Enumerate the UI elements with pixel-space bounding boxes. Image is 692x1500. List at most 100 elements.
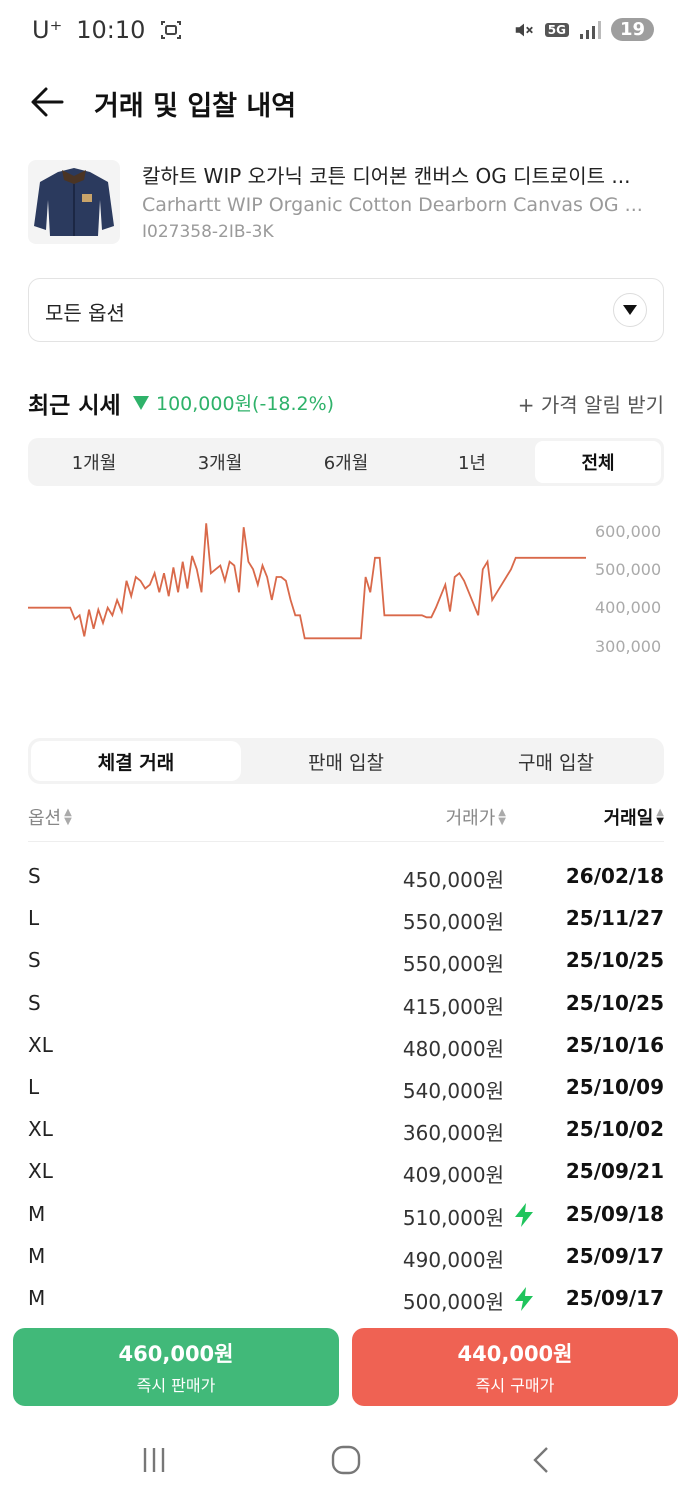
instant-buy-label: 즉시 구매가 [475,1376,555,1395]
row-price: 490,000원 [402,1247,504,1272]
instant-buy-price: 440,000원 [457,1342,573,1366]
recent-price: 최근 시세 100,000원(-18.2%) + 가격 알림 받기 [28,386,668,420]
instant-sell-price: 460,000원 [118,1342,234,1366]
home-button[interactable] [316,1438,376,1482]
row-date: 25/09/17 [565,1285,664,1310]
option-select[interactable]: 모든 옵션 [28,278,664,342]
date-header-label: 거래일 [603,808,654,829]
period-tab-all[interactable]: 전체 [535,441,661,483]
table-row: L 540,000원 25/10/09 [28,1067,664,1109]
period-tab-6m[interactable]: 6개월 [283,441,409,483]
sort-icon: ▲ ▼ [64,807,72,827]
tab-completed-trades[interactable]: 체결 거래 [31,741,241,781]
row-price: 510,000원 [402,1205,504,1230]
recent-apps-button[interactable] [124,1438,184,1482]
row-price: 360,000원 [402,1121,504,1146]
sort-by-option[interactable]: 옵션 ▲ ▼ [28,804,72,830]
screenshot-icon [161,21,182,39]
row-date: 25/10/25 [565,990,664,1015]
table-row: XL 409,000원 25/09/21 [28,1151,664,1193]
row-option: L [28,906,40,931]
row-date: 25/10/02 [565,1117,664,1142]
row-price: 409,000원 [402,1163,504,1188]
status-right: 5G 19 [513,18,654,41]
row-option: XL [28,1159,53,1184]
table-row: S 450,000원 26/02/18 [28,856,664,898]
mute-icon [515,23,533,36]
bottom-action-bar: 460,000원 즉시 판매가 440,000원 즉시 구매가 [0,1314,692,1424]
recent-apps-icon [143,1448,165,1472]
price-change-value: 100,000원(-18.2%) [156,393,335,415]
down-triangle-icon [133,395,149,410]
price-line [28,523,586,640]
carrier-label: U⁺ [32,16,63,44]
product-thumbnail [28,160,120,244]
row-date: 25/10/09 [565,1074,664,1099]
sort-by-date[interactable]: 거래일 ▲ ▼ [604,804,664,830]
table-row: M 490,000원 25/09/17 [28,1236,664,1278]
period-tabs: 1개월 3개월 6개월 1년 전체 [28,438,664,486]
sort-icon: ▲ ▼ [498,807,506,827]
table-row: M 510,000원 25/09/18 [28,1194,664,1236]
page-title: 거래 및 입찰 내역 [94,91,297,122]
price-alert-link[interactable]: + 가격 알림 받기 [518,389,664,418]
period-tab-3m[interactable]: 3개월 [157,441,283,483]
back-nav-button[interactable] [512,1438,572,1482]
table-row: S 415,000원 25/10/25 [28,983,664,1025]
y-tick-label: 600,000 [595,522,661,541]
row-date: 25/11/27 [565,906,664,931]
row-price: 550,000원 [402,910,504,935]
trade-tabs: 체결 거래 판매 입찰 구매 입찰 [28,738,664,784]
table-row: S 550,000원 25/10/25 [28,940,664,982]
table-row: XL 360,000원 25/10/02 [28,1109,664,1151]
instant-sell-button[interactable]: 460,000원 즉시 판매가 [13,1328,339,1406]
status-left: U⁺ 10:10 [32,16,183,44]
jacket-image [34,168,114,236]
row-date: 25/09/21 [565,1159,664,1184]
price-chart: 600,000 500,000 400,000 300,000 [20,510,680,680]
option-select-value: 모든 옵션 [45,301,125,325]
period-tab-1y[interactable]: 1년 [409,441,535,483]
row-option: XL [28,1032,53,1057]
row-date: 25/09/18 [565,1201,664,1226]
period-tab-1m[interactable]: 1개월 [31,441,157,483]
sort-by-price[interactable]: 거래가 ▲ ▼ [446,804,506,830]
row-price: 480,000원 [402,1036,504,1061]
price-chart-svg: 600,000 500,000 400,000 300,000 [28,522,661,656]
row-option: M [28,1243,46,1268]
row-date: 25/10/16 [565,1032,664,1057]
instant-sell-label: 즉시 판매가 [136,1376,216,1395]
row-price: 540,000원 [402,1078,504,1103]
header: 거래 및 입찰 내역 [0,76,692,128]
product-summary[interactable]: 칼하트 WIP 오가닉 코튼 디어본 캔버스 OG 디트로이트 ... Carh… [28,156,668,246]
row-option: S [28,864,41,888]
clock: 10:10 [76,16,146,44]
y-tick-label: 300,000 [595,637,661,656]
row-option: XL [28,1117,53,1142]
row-option: M [28,1285,46,1310]
y-tick-label: 400,000 [595,598,661,617]
sort-desc-icon: ▲ ▼ [656,807,664,827]
row-price: 415,000원 [402,994,504,1019]
price-change: 100,000원(-18.2%) [132,389,334,416]
table-row: L 550,000원 25/11/27 [28,898,664,940]
row-date: 25/09/17 [565,1243,664,1268]
row-price: 450,000원 [402,868,504,892]
product-name: 칼하트 WIP 오가닉 코튼 디어본 캔버스 OG 디트로이트 ... [142,164,631,188]
tab-sell-bids[interactable]: 판매 입찰 [241,741,451,781]
price-header-label: 거래가 [445,808,496,829]
status-bar: U⁺ 10:10 5G 19 [0,0,692,64]
battery-indicator: 19 [610,18,654,41]
chevron-left-icon [533,1447,548,1473]
tab-buy-bids[interactable]: 구매 입찰 [451,741,661,781]
signal-icon [579,20,601,39]
network-badge: 5G [544,22,569,37]
system-nav-bar [0,1424,692,1500]
table-row: XL 480,000원 25/10/16 [28,1025,664,1067]
instant-buy-button[interactable]: 440,000원 즉시 구매가 [352,1328,678,1406]
product-code: I027358-2IB-3K [142,222,274,242]
row-option: M [28,1201,46,1226]
recent-price-title: 최근 시세 [28,393,121,419]
arrow-left-icon [31,87,64,117]
back-button[interactable] [28,82,68,122]
